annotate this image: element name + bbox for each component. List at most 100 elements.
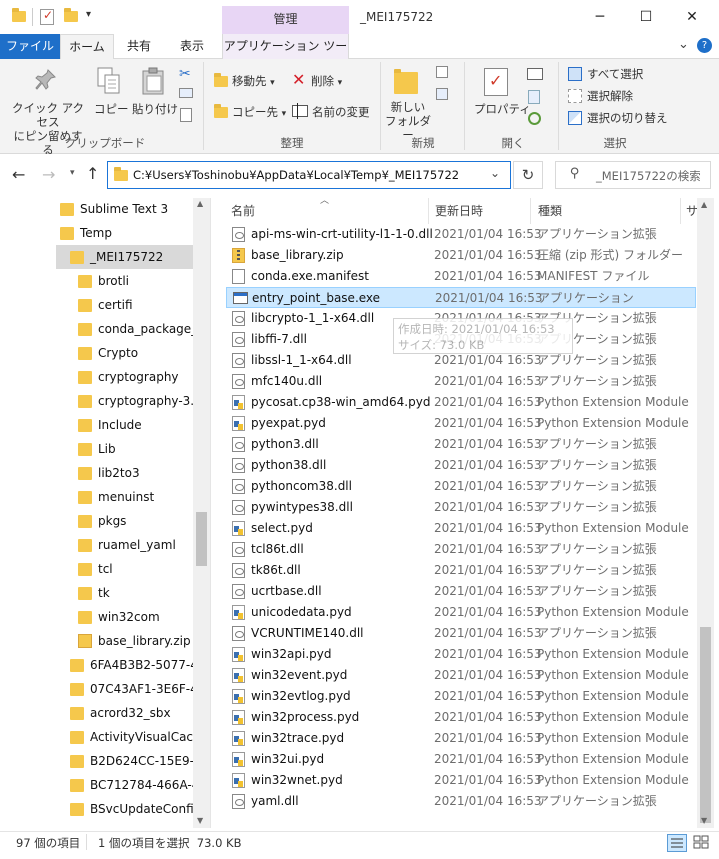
nav-item[interactable]: BSvcUpdateConfig — [0, 797, 193, 821]
easy-access-icon[interactable] — [436, 88, 448, 100]
nav-scroll-up-icon[interactable]: ▲ — [197, 199, 203, 208]
nav-item[interactable]: lib2to3 — [0, 461, 193, 485]
new-folder-quick-icon[interactable] — [64, 8, 78, 22]
nav-item[interactable]: base_library.zip — [0, 629, 193, 653]
file-scroll-up-icon[interactable]: ▲ — [701, 200, 707, 209]
new-item-icon[interactable] — [436, 66, 448, 78]
tab-share[interactable]: 共有 — [117, 34, 161, 59]
file-row[interactable]: unicodedata.pyd 2021/01/04 16:53 Python Ex… — [226, 602, 696, 623]
nav-scroll-thumb[interactable] — [196, 512, 207, 566]
properties-quick-icon[interactable]: ✓ — [40, 8, 54, 25]
file-row[interactable]: win32trace.pyd 2021/01/04 16:53 Python Ext… — [226, 728, 696, 749]
search-input[interactable]: _MEI175722の検索 — [596, 168, 701, 184]
nav-item[interactable]: cryptography — [0, 365, 193, 389]
nav-item[interactable]: Include — [0, 413, 193, 437]
back-arrow-icon[interactable]: ← — [12, 165, 25, 184]
nav-item[interactable]: brotli — [0, 269, 193, 293]
address-path[interactable]: C:¥Users¥Toshinobu¥AppData¥Local¥Temp¥_M… — [133, 168, 459, 182]
tab-application-tools[interactable]: アプリケーション ツール — [222, 34, 349, 78]
copy-button[interactable]: コピー — [94, 101, 129, 117]
file-row[interactable]: python3.dll 2021/01/04 16:53 アプリケーション拡張 — [226, 434, 696, 455]
file-row[interactable]: entry_point_base.exe 2021/01/04 16:53 アプリケ… — [226, 287, 696, 308]
nav-item[interactable]: pkgs — [0, 509, 193, 533]
file-row[interactable]: win32event.pyd 2021/01/04 16:53 Python Ext… — [226, 665, 696, 686]
file-row[interactable]: win32process.pyd 2021/01/04 16:53 Python E… — [226, 707, 696, 728]
file-row[interactable]: python38.dll 2021/01/04 16:53 アプリケーション拡張 — [226, 455, 696, 476]
paste-shortcut-icon[interactable] — [180, 108, 192, 122]
file-row[interactable]: win32wnet.pyd 2021/01/04 16:53 Python Exte… — [226, 770, 696, 791]
maximize-button[interactable]: ☐ — [623, 0, 669, 34]
move-to-button[interactable]: 移動先 ▾ — [232, 73, 275, 89]
file-row[interactable]: win32evtlog.pyd 2021/01/04 16:53 Python Ex… — [226, 686, 696, 707]
nav-item[interactable]: conda_package_ha — [0, 317, 193, 341]
column-header-name[interactable]: 名前 — [231, 198, 255, 224]
nav-item[interactable]: win32com — [0, 605, 193, 629]
up-arrow-icon[interactable]: ↑ — [86, 164, 99, 183]
tab-home[interactable]: ホーム — [60, 34, 114, 59]
tab-view[interactable]: 表示 — [170, 34, 214, 59]
open-icon[interactable] — [527, 68, 543, 80]
nav-item[interactable]: ActivityVisualCache — [0, 725, 193, 749]
refresh-button[interactable]: ↻ — [513, 161, 543, 189]
ribbon-collapse-icon[interactable]: ⌄ — [678, 37, 689, 52]
large-icons-view-icon[interactable] — [692, 834, 712, 852]
nav-item[interactable]: B2D624CC-15E9-43E — [0, 749, 193, 773]
nav-item[interactable]: 6FA4B3B2-5077-466 — [0, 653, 193, 677]
nav-item[interactable]: 07C43AF1-3E6F-4A5 — [0, 677, 193, 701]
nav-item[interactable]: Sublime Text 3 — [0, 197, 193, 221]
details-view-icon[interactable] — [667, 834, 687, 852]
minimize-button[interactable]: ─ — [577, 0, 623, 34]
properties-button[interactable]: プロパティ — [474, 101, 531, 117]
file-row[interactable]: win32ui.pyd 2021/01/04 16:53 Python Extens… — [226, 749, 696, 770]
nav-item[interactable]: BC712784-466A-459 — [0, 773, 193, 797]
copy-to-button[interactable]: コピー先 ▾ — [232, 104, 286, 120]
rename-button[interactable]: 名前の変更 — [312, 104, 370, 120]
history-icon[interactable] — [528, 112, 541, 125]
paste-button[interactable]: 貼り付け — [132, 101, 178, 117]
file-row[interactable]: api-ms-win-crt-utility-l1-1-0.dll 2021/01… — [226, 224, 696, 245]
file-row[interactable]: pyexpat.pyd 2021/01/04 16:53 Python Extens… — [226, 413, 696, 434]
nav-item[interactable]: acrord32_sbx — [0, 701, 193, 725]
help-icon[interactable]: ? — [697, 38, 712, 53]
file-row[interactable]: win32api.pyd 2021/01/04 16:53 Python Exten… — [226, 644, 696, 665]
nav-scroll-down-icon[interactable]: ▼ — [197, 816, 203, 825]
delete-button[interactable]: 削除 ▾ — [311, 73, 342, 89]
nav-item[interactable]: _MEI175722 — [56, 245, 193, 269]
nav-item[interactable]: ruamel_yaml — [0, 533, 193, 557]
file-row[interactable]: base_library.zip 2021/01/04 16:53 圧縮 (zip … — [226, 245, 696, 266]
forward-arrow-icon[interactable]: → — [42, 165, 55, 184]
file-scroll-down-icon[interactable]: ▼ — [701, 816, 707, 825]
invert-selection-button[interactable]: 選択の切り替え — [587, 110, 668, 126]
address-dropdown-icon[interactable]: ⌄ — [490, 166, 500, 180]
nav-item[interactable]: Temp — [0, 221, 193, 245]
close-button[interactable]: ✕ — [669, 0, 715, 34]
select-none-button[interactable]: 選択解除 — [587, 88, 633, 104]
quick-access-dropdown-icon[interactable]: ▾ — [86, 9, 91, 20]
column-header-date[interactable]: 更新日時 — [435, 198, 483, 224]
nav-item[interactable]: Crypto — [0, 341, 193, 365]
file-row[interactable]: select.pyd 2021/01/04 16:53 Python Extensi… — [226, 518, 696, 539]
cut-icon[interactable]: ✂ — [179, 66, 191, 82]
nav-item[interactable]: certifi — [0, 293, 193, 317]
file-row[interactable]: conda.exe.manifest 2021/01/04 16:53 MANIFE… — [226, 266, 696, 287]
file-row[interactable]: yaml.dll 2021/01/04 16:53 アプリケーション拡張 — [226, 791, 696, 812]
nav-item[interactable]: cryptography-3.1. — [0, 389, 193, 413]
nav-item[interactable]: Lib — [0, 437, 193, 461]
recent-locations-icon[interactable]: ▾ — [70, 168, 75, 178]
copy-path-icon[interactable] — [179, 88, 193, 98]
nav-item[interactable]: tk — [0, 581, 193, 605]
file-row[interactable]: mfc140u.dll 2021/01/04 16:53 アプリケーション拡張 — [226, 371, 696, 392]
nav-item[interactable]: menuinst — [0, 485, 193, 509]
select-all-button[interactable]: すべて選択 — [587, 66, 643, 82]
file-row[interactable]: pywintypes38.dll 2021/01/04 16:53 アプリケーション… — [226, 497, 696, 518]
file-row[interactable]: VCRUNTIME140.dll 2021/01/04 16:53 アプリケーション… — [226, 623, 696, 644]
file-row[interactable]: ucrtbase.dll 2021/01/04 16:53 アプリケーション拡張 — [226, 581, 696, 602]
file-row[interactable]: pythoncom38.dll 2021/01/04 16:53 アプリケーション拡… — [226, 476, 696, 497]
file-row[interactable]: tk86t.dll 2021/01/04 16:53 アプリケーション拡張 — [226, 560, 696, 581]
nav-item[interactable]: tcl — [0, 557, 193, 581]
file-row[interactable]: tcl86t.dll 2021/01/04 16:53 アプリケーション拡張 — [226, 539, 696, 560]
file-row[interactable]: pycosat.cp38-win_amd64.pyd 2021/01/04 16:… — [226, 392, 696, 413]
column-header-type[interactable]: 種類 — [538, 198, 562, 224]
file-scroll-thumb[interactable] — [700, 627, 711, 823]
edit-icon[interactable] — [528, 90, 540, 104]
